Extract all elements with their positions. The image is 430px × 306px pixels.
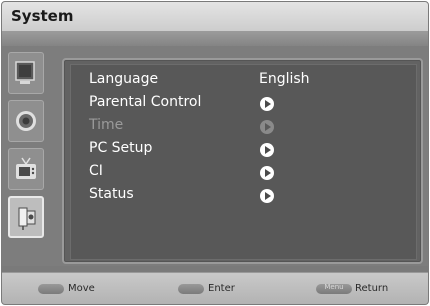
menu-key-icon: Menu	[316, 283, 352, 294]
sound-icon[interactable]	[8, 100, 44, 142]
menu-item-ci[interactable]: CI	[89, 163, 409, 185]
menu-item-label: PC Setup	[89, 140, 153, 156]
language-value: English	[259, 71, 310, 87]
page-title: System	[11, 7, 74, 25]
submenu-arrow-icon	[260, 120, 274, 134]
menu-item-status[interactable]: Status	[89, 186, 409, 208]
menu-list: Language English Parental Control Time P…	[70, 64, 417, 260]
menu-item-parental-control[interactable]: Parental Control	[89, 94, 409, 116]
move-hint-label: Move	[68, 283, 95, 294]
menu-item-label: Language	[89, 71, 159, 87]
menu-item-label: CI	[89, 163, 103, 179]
title-bar: System	[2, 2, 428, 32]
menu-item-label: Status	[89, 186, 134, 202]
move-key-icon	[38, 284, 64, 294]
enter-hint-label: Enter	[208, 283, 235, 294]
menu-item-time: Time	[89, 117, 409, 139]
channel-icon[interactable]	[8, 148, 44, 190]
submenu-arrow-icon	[260, 143, 274, 157]
picture-icon[interactable]	[8, 52, 44, 94]
submenu-arrow-icon	[260, 189, 274, 203]
system-icon[interactable]	[8, 196, 44, 238]
submenu-arrow-icon	[260, 97, 274, 111]
menu-body: Language English Parental Control Time P…	[2, 46, 428, 266]
submenu-arrow-icon	[260, 166, 274, 180]
system-menu-window: System Language English Parental Control…	[1, 1, 429, 305]
menu-item-label: Time	[89, 117, 124, 133]
footer-hints: Move Enter Menu Return	[2, 272, 428, 304]
menu-item-label: Parental Control	[89, 94, 202, 110]
menu-panel: Language English Parental Control Time P…	[62, 58, 423, 264]
menu-item-language[interactable]: Language English	[89, 71, 409, 93]
menu-item-pc-setup[interactable]: PC Setup	[89, 140, 409, 162]
return-hint-label: Return	[355, 283, 389, 294]
header-band	[2, 32, 428, 46]
enter-key-icon	[178, 284, 204, 294]
